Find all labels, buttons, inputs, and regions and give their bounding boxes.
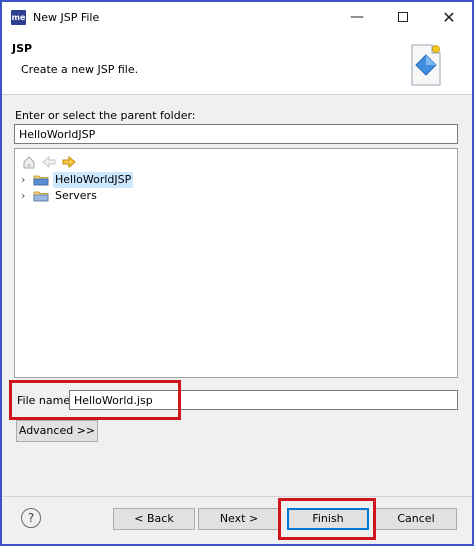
- cancel-button[interactable]: Cancel: [375, 508, 457, 530]
- file-name-label: File name:: [17, 394, 74, 407]
- close-button[interactable]: ✕: [426, 2, 472, 33]
- maximize-button[interactable]: [380, 2, 426, 33]
- file-name-input[interactable]: [69, 390, 458, 410]
- chevron-right-icon[interactable]: ›: [21, 188, 31, 204]
- back-button[interactable]: < Back: [113, 508, 195, 530]
- title-bar: me New JSP File — ✕: [2, 2, 472, 33]
- forward-arrow-icon[interactable]: [61, 154, 77, 170]
- parent-folder-input[interactable]: [14, 124, 458, 144]
- tree-item-label: Servers: [55, 189, 97, 202]
- project-folder-icon: [33, 175, 49, 186]
- footer-separator: [2, 496, 472, 497]
- parent-folder-label: Enter or select the parent folder:: [15, 109, 196, 122]
- tree-item-label: HelloWorldJSP: [53, 172, 134, 188]
- finish-button[interactable]: Finish: [287, 508, 369, 530]
- home-icon[interactable]: [21, 154, 37, 170]
- jsp-wizard-icon: [411, 44, 441, 86]
- advanced-button[interactable]: Advanced >>: [16, 420, 98, 442]
- chevron-right-icon[interactable]: ›: [21, 172, 31, 188]
- back-arrow-icon[interactable]: [41, 154, 57, 170]
- banner-title: JSP: [12, 42, 33, 55]
- app-logo: me: [11, 10, 26, 25]
- window-title: New JSP File: [33, 11, 100, 24]
- folder-icon: [33, 191, 49, 202]
- minimize-button[interactable]: —: [334, 2, 380, 33]
- banner-description: Create a new JSP file.: [21, 63, 139, 76]
- wizard-banner: JSP Create a new JSP file.: [2, 33, 472, 95]
- next-button[interactable]: Next >: [198, 508, 280, 530]
- help-button[interactable]: ?: [21, 508, 41, 528]
- maximize-icon: [398, 12, 408, 22]
- folder-tree[interactable]: › HelloWorldJSP › Servers: [14, 148, 458, 378]
